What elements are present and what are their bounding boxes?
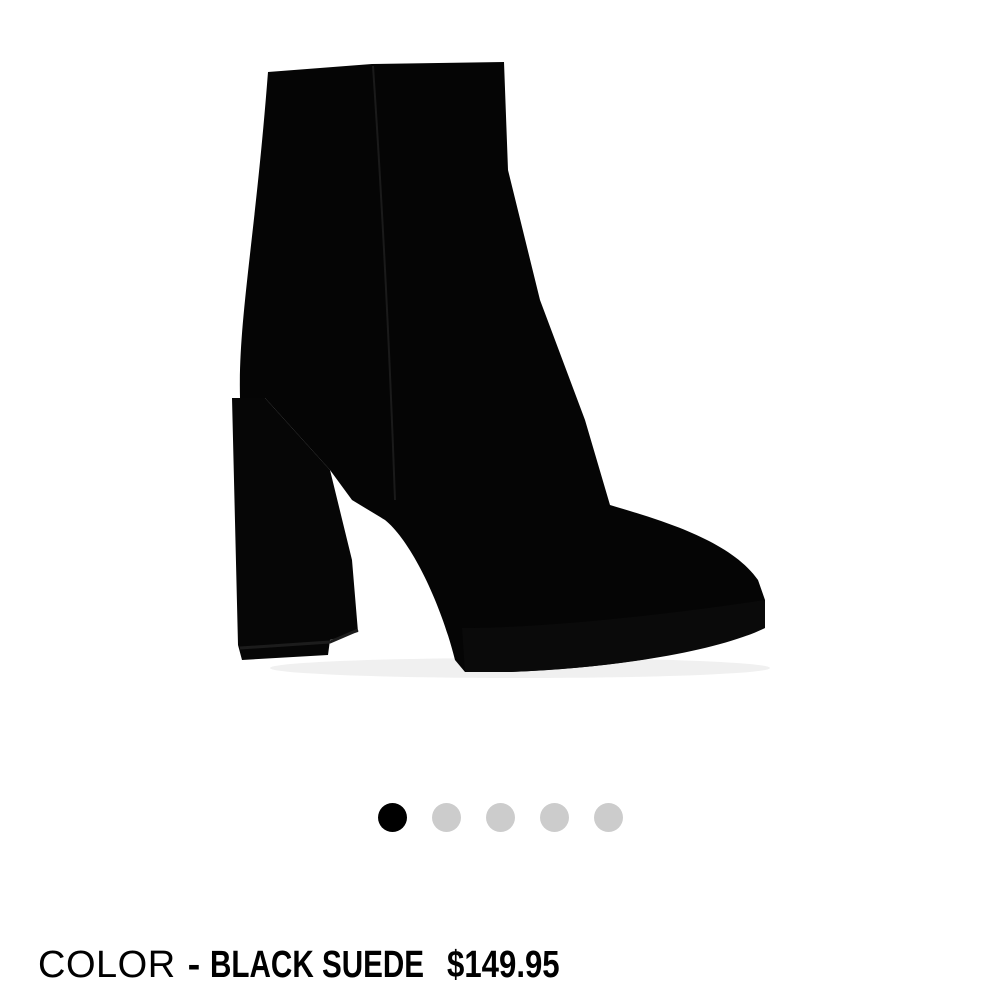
carousel-dot-5[interactable] <box>593 802 623 832</box>
boot-image <box>232 62 770 678</box>
product-price: $149.95 <box>447 944 560 986</box>
carousel-dot-2[interactable] <box>431 802 461 832</box>
carousel-dot-4[interactable] <box>539 802 569 832</box>
color-value: BLACK SUEDE <box>210 944 425 986</box>
image-carousel-pagination <box>0 800 1000 834</box>
product-info-row: COLOR - BLACK SUEDE $149.95 <box>38 944 585 994</box>
product-image[interactable] <box>0 0 1000 760</box>
carousel-dot-3[interactable] <box>485 802 515 832</box>
color-label: COLOR <box>38 944 176 986</box>
product-page: COLOR - BLACK SUEDE $149.95 <box>0 0 1000 1000</box>
carousel-dot-1[interactable] <box>377 802 407 832</box>
color-separator: - <box>187 944 201 986</box>
